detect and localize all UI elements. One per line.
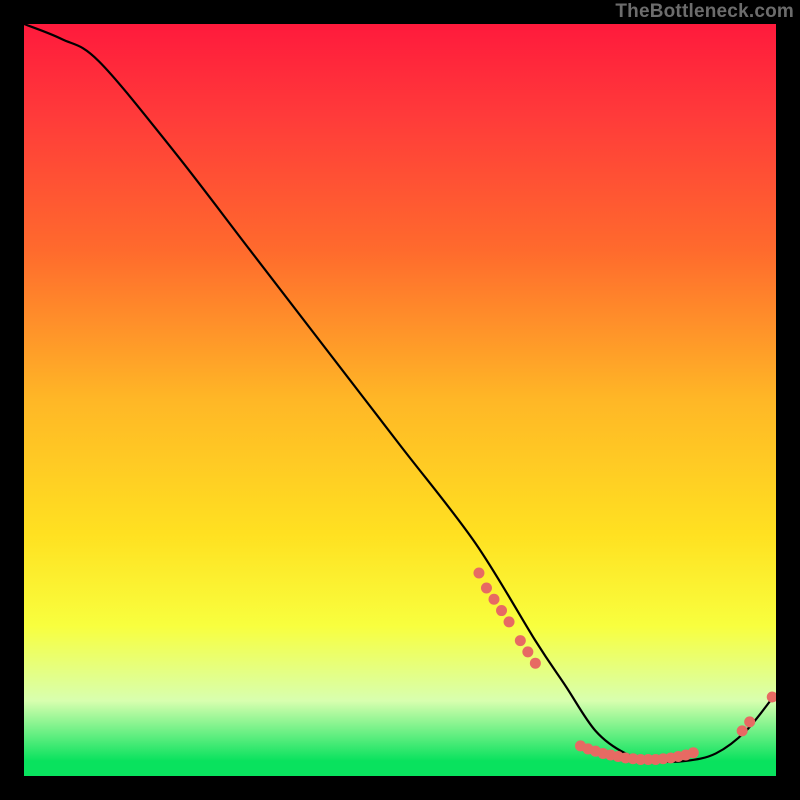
data-point (522, 646, 533, 657)
watermark-text: TheBottleneck.com (615, 2, 794, 21)
chart-frame: TheBottleneck.com (0, 0, 800, 800)
plot-area (24, 24, 776, 776)
chart-svg (24, 24, 776, 776)
data-point (496, 605, 507, 616)
data-point (744, 716, 755, 727)
data-point (688, 747, 699, 758)
data-point (481, 583, 492, 594)
data-point (530, 658, 541, 669)
data-point (473, 567, 484, 578)
data-point (737, 725, 748, 736)
data-point (489, 594, 500, 605)
data-markers (473, 567, 776, 764)
bottleneck-curve (24, 24, 776, 762)
data-point (767, 692, 776, 703)
data-point (504, 616, 515, 627)
data-point (515, 635, 526, 646)
